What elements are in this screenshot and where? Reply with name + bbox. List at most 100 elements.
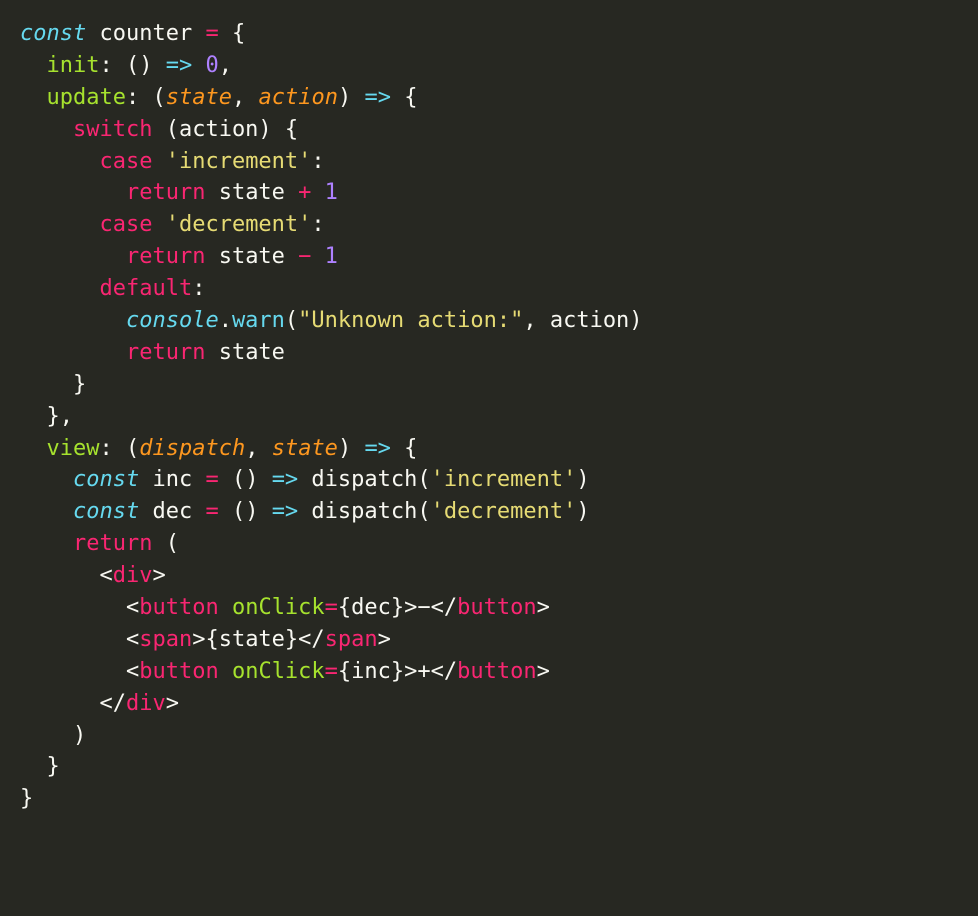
code-line[interactable]: <div> [20, 560, 958, 592]
code-line[interactable]: update: (state, action) => { [20, 82, 958, 114]
code-line[interactable]: init: () => 0, [20, 50, 958, 82]
token-kw-flow: case [99, 212, 152, 237]
token-jsxexpr: {inc} [338, 659, 404, 684]
token-punct [20, 467, 73, 492]
code-line[interactable]: } [20, 369, 958, 401]
token-kw-flow: = [325, 595, 338, 620]
token-punct: ) [338, 85, 365, 110]
code-line[interactable]: case 'decrement': [20, 209, 958, 241]
code-line[interactable]: default: [20, 273, 958, 305]
token-tagbr: > [192, 627, 205, 652]
code-editor[interactable]: const counter = { init: () => 0, update:… [0, 0, 978, 855]
code-line[interactable]: const dec = () => dispatch('decrement') [20, 496, 958, 528]
token-punct: , action) [523, 308, 642, 333]
token-tagname: div [126, 691, 166, 716]
token-num: 1 [325, 244, 338, 269]
token-propname: update [47, 85, 126, 110]
token-arrow: => [364, 436, 391, 461]
token-punct: , [245, 436, 272, 461]
token-kw-flow: = [205, 467, 218, 492]
token-punct [20, 308, 126, 333]
token-str: 'decrement' [431, 499, 577, 524]
code-line[interactable]: <button onClick={dec}>−</button> [20, 592, 958, 624]
token-kw-decl: const [20, 21, 86, 46]
token-str: "Unknown action:" [298, 308, 523, 333]
token-tagname: span [139, 627, 192, 652]
token-punct [20, 531, 73, 556]
code-line[interactable]: console.warn("Unknown action:", action) [20, 305, 958, 337]
token-punct: { [391, 85, 418, 110]
token-arrow: => [272, 499, 299, 524]
token-str: 'decrement' [166, 212, 312, 237]
code-line[interactable]: view: (dispatch, state) => { [20, 433, 958, 465]
token-punct [219, 595, 232, 620]
token-kw-decl: const [73, 467, 139, 492]
token-tagname: button [457, 659, 536, 684]
code-line[interactable]: return ( [20, 528, 958, 560]
token-punct: (action) { [152, 117, 298, 142]
code-line[interactable]: } [20, 751, 958, 783]
code-line[interactable]: <button onClick={inc}>+</button> [20, 656, 958, 688]
token-kw-flow: = [205, 499, 218, 524]
code-line[interactable]: switch (action) { [20, 114, 958, 146]
token-tagbr: </ [298, 627, 325, 652]
token-kw-flow: − [298, 244, 311, 269]
token-ident: dec [139, 499, 205, 524]
code-line[interactable]: <span>{state}</span> [20, 624, 958, 656]
token-punct: ) [576, 467, 589, 492]
token-punct: { [391, 436, 418, 461]
code-line[interactable]: const inc = () => dispatch('increment') [20, 464, 958, 496]
code-line[interactable]: } [20, 783, 958, 815]
code-line[interactable]: }, [20, 401, 958, 433]
token-tagname: button [139, 659, 218, 684]
token-kw-flow: = [205, 21, 218, 46]
code-line[interactable]: const counter = { [20, 18, 958, 50]
token-ident: − [417, 595, 430, 620]
token-punct: () [219, 467, 272, 492]
token-ident: state [205, 244, 298, 269]
token-punct: , [219, 53, 232, 78]
token-tagbr: > [152, 563, 165, 588]
token-ident: counter [86, 21, 205, 46]
code-line[interactable]: </div> [20, 688, 958, 720]
token-ident: state [205, 180, 298, 205]
token-punct: { [219, 21, 246, 46]
code-line[interactable]: return state − 1 [20, 241, 958, 273]
token-method: warn [232, 308, 285, 333]
token-ident: dispatch( [298, 499, 430, 524]
token-ident: state [205, 340, 284, 365]
token-attr: onClick [232, 595, 325, 620]
token-kw-flow: case [99, 149, 152, 174]
code-line[interactable]: ) [20, 720, 958, 752]
code-line[interactable]: return state + 1 [20, 177, 958, 209]
token-punct: } [20, 786, 33, 811]
token-kw-decl: const [73, 499, 139, 524]
token-arrow: => [272, 467, 299, 492]
token-punct: : ( [99, 436, 139, 461]
token-obj: console [126, 308, 219, 333]
token-punct: , [232, 85, 259, 110]
token-punct [20, 85, 47, 110]
token-punct [20, 627, 126, 652]
code-line[interactable]: return state [20, 337, 958, 369]
token-punct: ) [20, 723, 86, 748]
code-line[interactable]: case 'increment': [20, 146, 958, 178]
token-tagbr: > [378, 627, 391, 652]
token-tagbr: > [166, 691, 179, 716]
token-punct [20, 691, 99, 716]
token-punct: () [219, 499, 272, 524]
token-param: dispatch [139, 436, 245, 461]
token-jsxexpr: {state} [205, 627, 298, 652]
token-punct [311, 180, 324, 205]
token-kw-flow: switch [73, 117, 152, 142]
token-ident: dispatch( [298, 467, 430, 492]
token-punct [20, 180, 126, 205]
token-tagbr: > [404, 659, 417, 684]
token-punct: ) [576, 499, 589, 524]
token-kw-flow: return [126, 180, 205, 205]
token-str: 'increment' [431, 467, 577, 492]
token-param: action [258, 85, 337, 110]
token-punct: . [219, 308, 232, 333]
token-tagbr: </ [431, 659, 458, 684]
token-tagbr: < [126, 627, 139, 652]
